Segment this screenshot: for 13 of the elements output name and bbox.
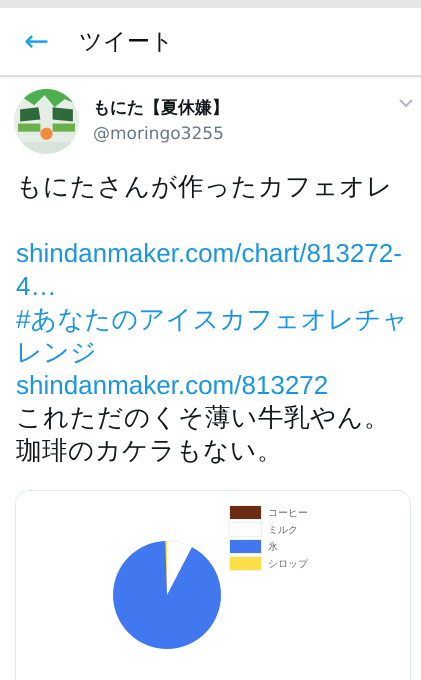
- tweet-text: もにたさんが作ったカフェオレ: [16, 171, 394, 204]
- legend-label: コーヒー: [268, 506, 308, 520]
- tweet-link[interactable]: shindanmaker.com/813272: [16, 369, 409, 402]
- author-handle: @moringo3255: [93, 124, 225, 144]
- legend-label: 氷: [268, 540, 278, 554]
- author-name: もにた【夏休嫌】: [93, 96, 229, 118]
- tweet-text: これただのくそ薄い牛乳やん。珈琲のカケラもない。: [16, 402, 391, 468]
- legend-label: シロップ: [268, 558, 308, 570]
- back-button[interactable]: ←: [22, 26, 52, 56]
- chevron-down-icon[interactable]: [399, 99, 413, 108]
- page-title: ツイート: [79, 28, 174, 57]
- tweet-link[interactable]: shindanmaker.com/chart/813272-4…: [16, 237, 409, 303]
- legend-label: ミルク: [268, 524, 298, 536]
